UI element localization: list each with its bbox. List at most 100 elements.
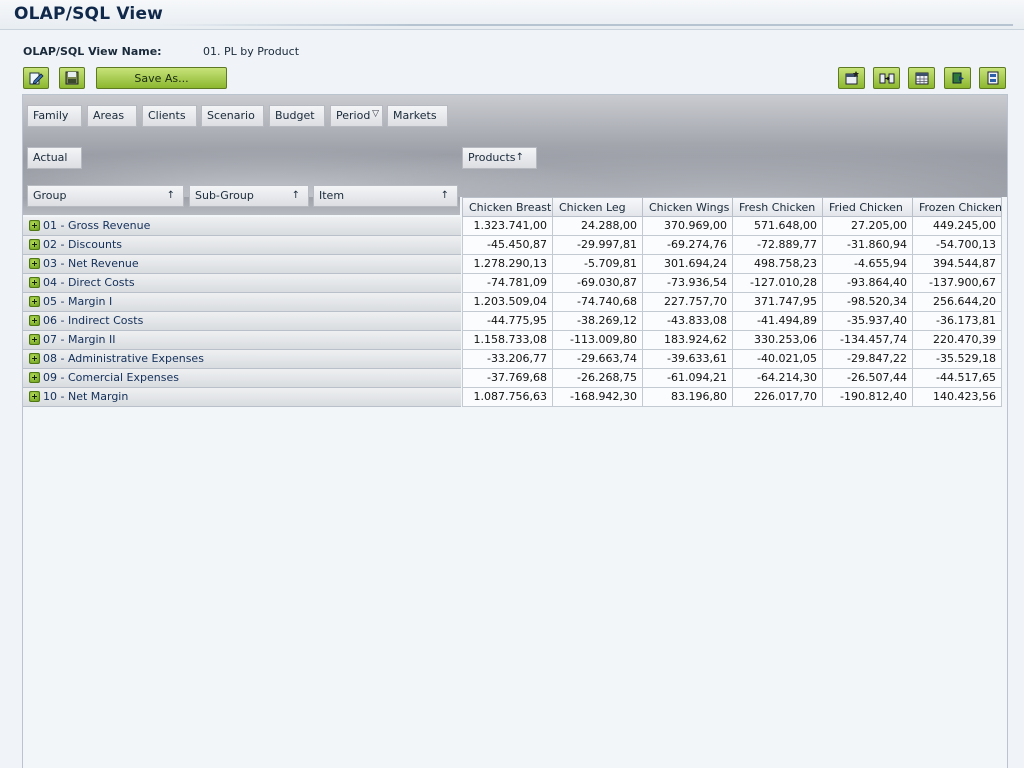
settings-button[interactable] [979, 67, 1006, 89]
table-cell[interactable]: -134.457,74 [822, 331, 912, 350]
table-cell[interactable]: -45.450,87 [462, 236, 552, 255]
table-cell[interactable]: -69.030,87 [552, 274, 642, 293]
table-cell[interactable]: 1.278.290,13 [462, 255, 552, 274]
sort-up-icon[interactable]: ↑ [292, 186, 300, 206]
table-cell[interactable]: -37.769,68 [462, 369, 552, 388]
table-cell[interactable]: -38.269,12 [552, 312, 642, 331]
table-cell[interactable]: -73.936,54 [642, 274, 732, 293]
table-cell[interactable]: 1.323.741,00 [462, 217, 552, 236]
table-cell[interactable]: -5.709,81 [552, 255, 642, 274]
expand-icon[interactable] [29, 391, 40, 402]
table-cell[interactable]: -44.775,95 [462, 312, 552, 331]
dimension-markets[interactable]: Markets [387, 105, 448, 127]
table-row[interactable]: 08 - Administrative Expenses [23, 350, 461, 369]
column-header[interactable]: Frozen Chicken [912, 197, 1002, 217]
expand-icon[interactable] [29, 239, 40, 250]
sort-up-icon[interactable]: ↑ [167, 186, 175, 206]
table-cell[interactable]: 571.648,00 [732, 217, 822, 236]
table-cell[interactable]: -64.214,30 [732, 369, 822, 388]
table-cell[interactable]: -54.700,13 [912, 236, 1002, 255]
table-cell[interactable]: 371.747,95 [732, 293, 822, 312]
dimension-actual[interactable]: Actual [27, 147, 82, 169]
table-cell[interactable]: 370.969,00 [642, 217, 732, 236]
table-row[interactable]: 10 - Net Margin [23, 388, 461, 407]
filter-icon[interactable]: ▽ [372, 104, 379, 124]
expand-icon[interactable] [29, 315, 40, 326]
table-cell[interactable]: 140.423,56 [912, 388, 1002, 407]
table-cell[interactable]: 24.288,00 [552, 217, 642, 236]
table-cell[interactable]: 256.644,20 [912, 293, 1002, 312]
expand-icon[interactable] [29, 372, 40, 383]
column-header[interactable]: Fried Chicken [822, 197, 912, 217]
table-cell[interactable]: 27.205,00 [822, 217, 912, 236]
table-cell[interactable]: -61.094,21 [642, 369, 732, 388]
dimension-areas[interactable]: Areas [87, 105, 137, 127]
table-cell[interactable]: -33.206,77 [462, 350, 552, 369]
table-cell[interactable]: -40.021,05 [732, 350, 822, 369]
column-header[interactable]: Fresh Chicken [732, 197, 822, 217]
dimension-group[interactable]: Group ↑ [27, 185, 184, 207]
table-cell[interactable]: 1.203.509,04 [462, 293, 552, 312]
dimension-family[interactable]: Family [27, 105, 82, 127]
table-cell[interactable]: -29.847,22 [822, 350, 912, 369]
table-cell[interactable]: -74.740,68 [552, 293, 642, 312]
table-cell[interactable]: 226.017,70 [732, 388, 822, 407]
table-cell[interactable]: 1.087.756,63 [462, 388, 552, 407]
table-cell[interactable]: -4.655,94 [822, 255, 912, 274]
table-cell[interactable]: -98.520,34 [822, 293, 912, 312]
table-row[interactable]: 06 - Indirect Costs [23, 312, 461, 331]
table-row[interactable]: 05 - Margin I [23, 293, 461, 312]
table-cell[interactable]: -113.009,80 [552, 331, 642, 350]
table-cell[interactable]: 449.245,00 [912, 217, 1002, 236]
new-view-button[interactable] [838, 67, 865, 89]
expand-icon[interactable] [29, 220, 40, 231]
table-cell[interactable]: 301.694,24 [642, 255, 732, 274]
table-cell[interactable]: -29.997,81 [552, 236, 642, 255]
table-cell[interactable]: -69.274,76 [642, 236, 732, 255]
grid-view-button[interactable] [908, 67, 935, 89]
table-cell[interactable]: -127.010,28 [732, 274, 822, 293]
table-cell[interactable]: 83.196,80 [642, 388, 732, 407]
table-cell[interactable]: -35.529,18 [912, 350, 1002, 369]
table-row[interactable]: 02 - Discounts [23, 236, 461, 255]
table-cell[interactable]: -168.942,30 [552, 388, 642, 407]
sort-up-icon[interactable]: ↑ [441, 186, 449, 206]
table-cell[interactable]: 183.924,62 [642, 331, 732, 350]
table-cell[interactable]: -36.173,81 [912, 312, 1002, 331]
dimension-period[interactable]: Period ▽ [330, 105, 383, 127]
expand-icon[interactable] [29, 334, 40, 345]
table-cell[interactable]: 1.158.733,08 [462, 331, 552, 350]
expand-icon[interactable] [29, 353, 40, 364]
swap-axes-button[interactable] [873, 67, 900, 89]
column-header[interactable]: Chicken Leg [552, 197, 642, 217]
save-button[interactable] [59, 67, 85, 89]
dimension-item[interactable]: Item ↑ [313, 185, 458, 207]
table-row[interactable]: 09 - Comercial Expenses [23, 369, 461, 388]
table-cell[interactable]: -74.781,09 [462, 274, 552, 293]
expand-icon[interactable] [29, 258, 40, 269]
dimension-budget[interactable]: Budget [269, 105, 325, 127]
table-cell[interactable]: -44.517,65 [912, 369, 1002, 388]
edit-button[interactable] [23, 67, 49, 89]
table-cell[interactable]: 330.253,06 [732, 331, 822, 350]
expand-icon[interactable] [29, 296, 40, 307]
table-cell[interactable]: 394.544,87 [912, 255, 1002, 274]
table-row[interactable]: 07 - Margin II [23, 331, 461, 350]
table-cell[interactable]: -41.494,89 [732, 312, 822, 331]
table-cell[interactable]: 220.470,39 [912, 331, 1002, 350]
table-row[interactable]: 01 - Gross Revenue [23, 217, 461, 236]
table-cell[interactable]: -190.812,40 [822, 388, 912, 407]
table-cell[interactable]: -31.860,94 [822, 236, 912, 255]
table-cell[interactable]: -137.900,67 [912, 274, 1002, 293]
export-button[interactable] [944, 67, 971, 89]
column-header[interactable]: Chicken Breast [462, 197, 552, 217]
table-cell[interactable]: -43.833,08 [642, 312, 732, 331]
save-as-button[interactable]: Save As... [96, 67, 227, 89]
table-cell[interactable]: -93.864,40 [822, 274, 912, 293]
table-cell[interactable]: -39.633,61 [642, 350, 732, 369]
table-cell[interactable]: -26.507,44 [822, 369, 912, 388]
table-row[interactable]: 04 - Direct Costs [23, 274, 461, 293]
table-cell[interactable]: -35.937,40 [822, 312, 912, 331]
table-cell[interactable]: -72.889,77 [732, 236, 822, 255]
dimension-products[interactable]: Products ↑ [462, 147, 537, 169]
